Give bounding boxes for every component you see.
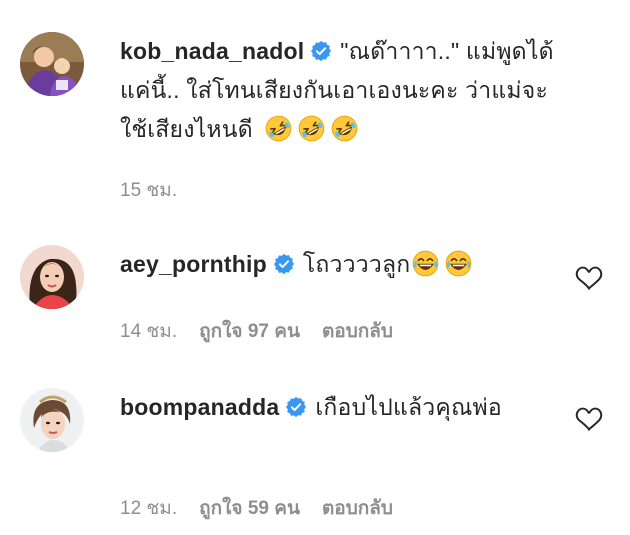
comment-text: โถววววลูก [302,251,411,277]
rolling-on-floor-laughing-emoji-icon [298,115,325,142]
reply-button[interactable]: ตอบกลับ [322,321,393,342]
verified-badge-icon [285,396,307,418]
likes-count[interactable]: ถูกใจ 59 คน [199,498,300,519]
rolling-on-floor-laughing-emoji-icon [331,115,358,142]
like-heart-icon[interactable] [575,405,603,433]
likes-count[interactable]: ถูกใจ 97 คน [199,321,300,342]
avatar[interactable] [20,245,84,309]
verified-badge-icon [273,253,295,275]
comment-meta: 12 ชม. ถูกใจ 59 คน ตอบกลับ [120,493,415,523]
comment-body: aey_pornthip โถววววลูก [120,245,560,284]
timestamp[interactable]: 14 ชม. [120,321,177,342]
timestamp[interactable]: 15 ชม. [120,180,177,201]
avatar[interactable] [20,32,84,96]
like-heart-icon[interactable] [575,264,603,292]
avatar[interactable] [20,388,84,452]
timestamp[interactable]: 12 ชม. [120,498,177,519]
comment-body: kob_nada_nadol "ณด๊าาาา.." แม่พูดได้แค่นี… [120,32,560,149]
username[interactable]: kob_nada_nadol [120,38,304,64]
comment-meta: 15 ชม. [120,175,199,205]
verified-badge-icon [310,40,332,62]
username[interactable]: aey_pornthip [120,251,267,277]
comment-body: boompanadda เกือบไปแล้วคุณพ่อ [120,388,560,427]
rolling-on-floor-laughing-emoji-icon [265,115,292,142]
comment-text: เกือบไปแล้วคุณพ่อ [315,394,502,420]
comment-meta: 14 ชม. ถูกใจ 97 คน ตอบกลับ [120,316,415,346]
tears-of-joy-emoji-icon [412,250,439,277]
tears-of-joy-emoji-icon [445,250,472,277]
username[interactable]: boompanadda [120,394,279,420]
reply-button[interactable]: ตอบกลับ [322,498,393,519]
